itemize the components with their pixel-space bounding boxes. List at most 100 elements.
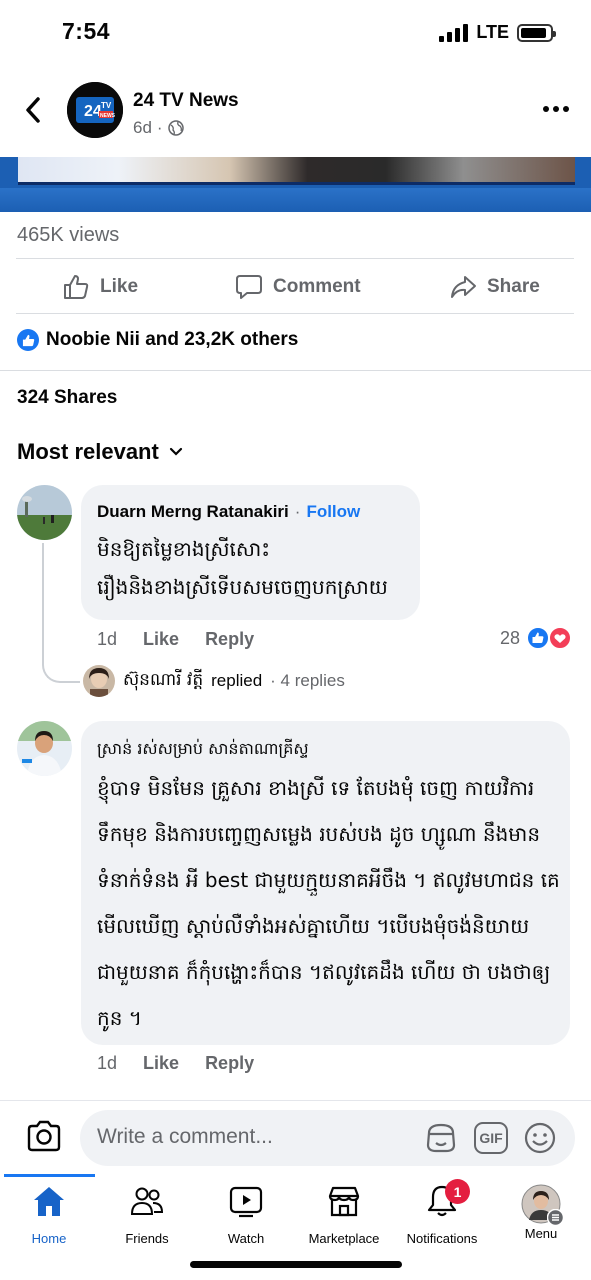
tab-marketplace[interactable]: Marketplace	[295, 1184, 393, 1246]
comment-line: ទឹកមុខ និងការបញ្ចេញសម្លេង របស់បង ដូច ហ្ស…	[97, 822, 541, 846]
reply-action: replied	[211, 671, 263, 690]
comment-button[interactable]: Comment	[235, 273, 361, 301]
thumbs-up-icon	[64, 275, 89, 299]
comment-input[interactable]: Write a comment... GIF	[80, 1110, 575, 1166]
share-count[interactable]: 324 Shares	[17, 387, 117, 409]
svg-text:NEWS: NEWS	[100, 113, 116, 119]
gif-button[interactable]: GIF	[474, 1122, 508, 1154]
share-button[interactable]: Share	[449, 273, 540, 301]
tab-friends[interactable]: Friends	[98, 1184, 196, 1246]
video-frame	[18, 157, 575, 185]
reply-thread-line	[42, 543, 80, 683]
comment-author[interactable]: Duarn Merng Ratanakiri	[97, 502, 289, 522]
comment-actions: 1d Like Reply	[97, 1053, 254, 1074]
comment-reactions[interactable]: 28	[500, 626, 573, 650]
reaction-summary[interactable]: Noobie Nii and 23,2K others	[17, 329, 298, 351]
battery-icon	[517, 23, 556, 42]
tab-label: Notifications	[406, 1231, 478, 1246]
menu-lines-icon	[547, 1209, 564, 1226]
dot-icon	[563, 106, 569, 112]
comment-time: 1d	[97, 629, 118, 649]
comment-line: កូន ។	[97, 1006, 142, 1030]
status-time: 7:54	[62, 18, 111, 44]
commenter-avatar[interactable]	[17, 485, 72, 540]
comment-line: មិនឱ្យតម្លៃខាងស្រីសោះ	[97, 537, 271, 561]
share-icon	[451, 276, 476, 298]
comment-icon	[236, 275, 262, 299]
commenter-avatar[interactable]	[17, 721, 72, 776]
chevron-down-icon	[169, 447, 182, 456]
reaction-text: Noobie Nii and 23,2K others	[46, 329, 299, 350]
active-tab-indicator	[4, 1174, 95, 1177]
comment-bubble: ស្រាន់ រស់សម្រាប់ សាន់តាណាគ្រីស្ទ ខ្ញុំប…	[81, 721, 570, 1045]
post-header: 24 TV NEWS 24 TV News 6d ·	[0, 76, 591, 148]
dot-icon	[543, 106, 549, 112]
tab-label: Marketplace	[308, 1231, 380, 1246]
view-count: 465K views	[17, 224, 120, 246]
comment-text: ខ្ញុំបាទ មិនមែន គ្រួសារ ខាងស្រី ទេ តែបងម…	[97, 765, 560, 1041]
chevron-left-icon	[26, 97, 40, 123]
tab-home[interactable]: Home	[0, 1184, 98, 1246]
comment-bubble: Duarn Merng Ratanakiri · Follow មិនឱ្យតម…	[81, 485, 420, 620]
follow-button[interactable]: Follow	[306, 502, 360, 522]
emoji-icon[interactable]	[523, 1121, 557, 1155]
divider	[16, 313, 574, 314]
tab-menu[interactable]: Menu	[492, 1184, 590, 1241]
post-actions: Like Comment Share	[0, 259, 591, 313]
post-video[interactable]	[0, 157, 591, 212]
like-love-reaction-icon	[526, 626, 573, 650]
comment-author[interactable]: ស្រាន់ រស់សម្រាប់ សាន់តាណាគ្រីស្ទ	[97, 738, 309, 762]
comment-actions: 1d Like Reply	[97, 629, 254, 650]
reply-preview[interactable]: ស៊ុនណារី វត្តី replied · 4 replies	[83, 665, 345, 697]
comment-reply-button[interactable]: Reply	[205, 629, 254, 650]
comment-composer: Write a comment... GIF	[0, 1100, 591, 1174]
share-label: Share	[487, 276, 540, 297]
like-button[interactable]: Like	[62, 273, 138, 301]
signal-icon	[439, 23, 469, 42]
comment-text: មិនឱ្យតម្លៃខាងស្រីសោះ រឿងនិងខាងស្រីទើបសម…	[97, 530, 388, 606]
comment-line: រឿងនិងខាងស្រីទើបសមចេញបកស្រាយ	[97, 575, 388, 599]
notification-badge: 1	[445, 1179, 470, 1204]
comment-reply-button[interactable]: Reply	[205, 1053, 254, 1074]
tab-label: Watch	[227, 1231, 265, 1246]
comment-line: ខ្ញុំបាទ មិនមែន គ្រួសារ ខាងស្រី ទេ តែបងម…	[97, 776, 535, 800]
replier-name: ស៊ុនណារី វត្តី	[123, 669, 204, 690]
comment-label: Comment	[273, 276, 361, 297]
video-frame-border	[0, 188, 591, 212]
more-options-button[interactable]	[543, 106, 569, 112]
comment-like-button[interactable]: Like	[143, 1053, 179, 1074]
reply-count: · 4 replies	[270, 671, 345, 690]
meta-separator: ·	[156, 118, 163, 137]
page-avatar[interactable]: 24 TV NEWS	[67, 82, 123, 138]
home-indicator	[190, 1261, 402, 1268]
status-indicators: LTE	[439, 22, 556, 43]
comment-reaction-count: 28	[500, 627, 521, 648]
svg-text:TV: TV	[101, 101, 112, 110]
friends-icon	[130, 1187, 164, 1215]
follow-separator: ·	[294, 502, 301, 521]
tab-watch[interactable]: Watch	[197, 1184, 295, 1246]
marketplace-icon	[328, 1186, 360, 1217]
back-button[interactable]	[20, 94, 48, 126]
tab-label: Friends	[125, 1231, 169, 1246]
post-meta: 6d ·	[133, 118, 184, 138]
comment-time: 1d	[97, 1053, 118, 1073]
comment-placeholder: Write a comment...	[97, 1125, 273, 1148]
comment-line: ជាមួយនាគ ក៏កុំបង្ហោះក៏បាន ។ឥលូវគេដឹង ហើយ…	[97, 960, 551, 984]
like-label: Like	[100, 276, 139, 297]
globe-icon	[167, 120, 184, 136]
sort-label: Most relevant	[17, 439, 159, 464]
camera-icon[interactable]	[26, 1120, 62, 1152]
divider	[0, 370, 591, 371]
replier-avatar	[83, 665, 115, 697]
watch-icon	[229, 1186, 263, 1218]
comment-like-button[interactable]: Like	[143, 629, 179, 650]
avatar-sticker-icon[interactable]	[424, 1121, 458, 1155]
tab-label: Menu	[524, 1226, 558, 1241]
comment-sort-dropdown[interactable]: Most relevant	[17, 439, 183, 465]
home-icon	[34, 1187, 64, 1216]
tab-label: Home	[31, 1231, 67, 1246]
comment-line: ទំនាក់ទំនង អី best ជាមួយក្មួយនាគអីចឹង ។ …	[97, 868, 560, 892]
tab-notifications[interactable]: 1 Notifications	[393, 1179, 491, 1246]
page-name[interactable]: 24 TV News	[133, 90, 239, 112]
